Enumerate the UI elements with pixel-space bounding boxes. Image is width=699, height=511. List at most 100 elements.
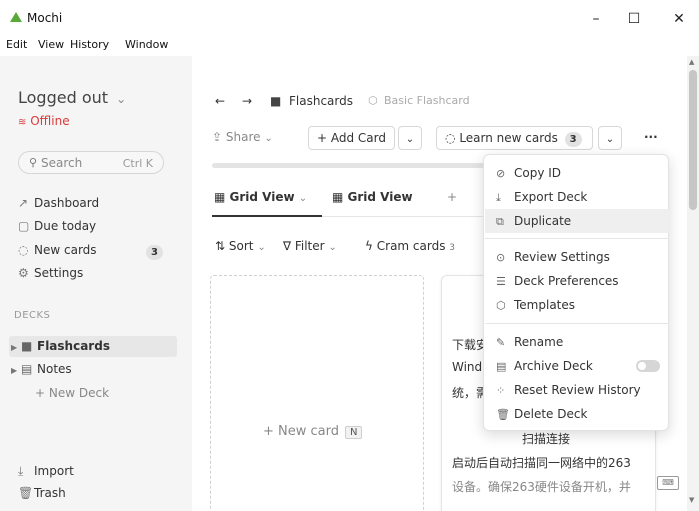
export-icon: ⤓ xyxy=(496,191,501,204)
new-card-button[interactable]: + New card N xyxy=(263,424,363,439)
menu-duplicate[interactable]: ⧉ Duplicate xyxy=(485,209,669,233)
share-button[interactable]: ⇪ Share ⌄ xyxy=(212,126,273,150)
menu-delete-deck[interactable]: 🗑 Delete Deck xyxy=(485,402,669,426)
mochi-logo-icon xyxy=(10,12,22,22)
main-scrollbar[interactable]: ▲ ▼ xyxy=(687,56,699,511)
template-icon: ⬡ xyxy=(368,94,378,107)
search-placeholder: Search xyxy=(41,156,83,170)
menu-edit[interactable]: Edit xyxy=(6,38,27,51)
nav-due-today[interactable]: ▢ Due today xyxy=(18,219,96,239)
menu-export-deck[interactable]: ⤓ Export Deck xyxy=(485,185,669,209)
menu-rename[interactable]: ✎ Rename xyxy=(485,330,669,354)
scroll-thumb[interactable] xyxy=(689,70,697,210)
search-input[interactable]: ⚲ Search Ctrl K xyxy=(18,151,164,174)
caret-right-icon[interactable]: ▶ xyxy=(9,337,21,358)
nav-dashboard[interactable]: ↗ Dashboard xyxy=(18,196,99,216)
more-options-button[interactable]: ··· xyxy=(636,126,666,150)
deck-flashcards[interactable]: ▶ ■ Flashcards xyxy=(9,336,177,357)
deck-label: Notes xyxy=(37,362,72,376)
tab-label: Grid View xyxy=(347,190,413,204)
menu-item-label: Delete Deck xyxy=(514,407,588,421)
learn-new-cards-button[interactable]: ◌ Learn new cards 3 xyxy=(436,126,593,150)
import-button[interactable]: ⤓ Import xyxy=(18,464,74,484)
tab-grid-view[interactable]: ▦ Grid View xyxy=(332,190,413,204)
notes-icon: ▤ xyxy=(21,362,33,376)
menu-view[interactable]: View xyxy=(38,38,64,51)
menu-deck-preferences[interactable]: ☰ Deck Preferences xyxy=(485,269,669,293)
menu-item-label: Reset Review History xyxy=(514,383,641,397)
menu-archive-deck[interactable]: ▤ Archive Deck xyxy=(485,354,669,378)
cram-label: Cram cards xyxy=(376,239,446,253)
menu-templates[interactable]: ⬡ Templates xyxy=(485,293,669,317)
breadcrumb-template[interactable]: Basic Flashcard xyxy=(384,94,470,107)
nav-settings[interactable]: ⚙ Settings xyxy=(18,266,83,286)
menu-item-label: Rename xyxy=(514,335,564,349)
new-cards-count-badge: 3 xyxy=(146,245,163,260)
menu-item-label: Templates xyxy=(514,298,576,312)
add-card-dropdown[interactable]: ⌄ xyxy=(398,126,422,150)
offline-label: Offline xyxy=(30,114,70,128)
menu-item-label: Duplicate xyxy=(514,214,572,228)
nav-label: Due today xyxy=(34,219,97,233)
pencil-icon: ✎ xyxy=(496,336,506,349)
add-view-button[interactable]: + xyxy=(447,190,457,204)
menu-item-label: Archive Deck xyxy=(514,359,593,373)
back-arrow-icon[interactable]: ← xyxy=(215,94,225,108)
archive-toggle[interactable] xyxy=(636,360,660,372)
scroll-up-icon[interactable]: ▲ xyxy=(689,58,694,66)
lock-icon: ▢ xyxy=(18,219,30,233)
menu-item-label: Deck Preferences xyxy=(514,274,619,288)
learn-dropdown[interactable]: ⌄ xyxy=(598,126,622,150)
new-card-column[interactable]: + New card N xyxy=(210,275,424,511)
menu-bar: Edit View History Window xyxy=(0,36,699,56)
import-icon: ⤓ xyxy=(18,464,24,478)
menu-history[interactable]: History xyxy=(70,38,109,51)
trash-icon: 🗑 xyxy=(18,486,34,500)
sort-icon: ⇅ xyxy=(215,239,226,253)
share-icon: ⇪ xyxy=(212,130,223,144)
trash-button[interactable]: 🗑Trash xyxy=(18,486,66,506)
menu-separator xyxy=(485,238,669,239)
tab-grid-view-active[interactable]: ▦ Grid View ⌄ xyxy=(214,190,307,204)
search-icon: ⚲ xyxy=(29,156,38,169)
learn-count-badge: 3 xyxy=(564,132,582,147)
archive-icon: ▤ xyxy=(496,360,507,373)
card-text-line: 扫描连接 xyxy=(522,432,571,446)
menu-reset-review-history[interactable]: ⁘ Reset Review History xyxy=(485,378,669,402)
card-text-line: Wind xyxy=(452,360,483,374)
account-dropdown[interactable]: Logged out ⌄ xyxy=(18,88,126,107)
menu-window[interactable]: Window xyxy=(125,38,168,51)
new-card-shortcut: N xyxy=(345,426,363,439)
grid-icon: ▦ xyxy=(214,190,226,204)
menu-review-settings[interactable]: ⊙ Review Settings xyxy=(485,245,669,269)
sort-button[interactable]: ⇅ Sort ⌄ xyxy=(215,239,266,253)
spinner-icon: ⁘ xyxy=(496,384,506,397)
add-card-button[interactable]: + Add Card xyxy=(308,126,395,150)
maximize-button[interactable]: ☐ xyxy=(622,8,646,30)
filter-button[interactable]: ∇ Filter ⌄ xyxy=(283,239,337,253)
deck-icon: ■ xyxy=(270,94,282,108)
breadcrumb-deck[interactable]: Flashcards xyxy=(289,94,353,108)
deck-notes[interactable]: ▶ ▤ Notes xyxy=(9,359,177,380)
cram-count: 3 xyxy=(449,243,456,253)
trash-icon: 🗑 xyxy=(496,408,510,421)
nav-label: Settings xyxy=(34,266,84,280)
menu-copy-id[interactable]: ⊘ Copy ID xyxy=(485,161,669,185)
close-button[interactable]: ✕ xyxy=(667,8,691,30)
dashed-circle-icon: ◌ xyxy=(445,131,456,145)
link-icon: ⊘ xyxy=(496,167,506,180)
scroll-down-icon[interactable]: ▼ xyxy=(689,496,694,504)
new-deck-button[interactable]: + New Deck xyxy=(35,386,109,400)
chevron-down-icon: ⌄ xyxy=(298,193,308,204)
card-text-line: 设备。确保263硬件设备开机，并 xyxy=(452,480,631,494)
gear-icon: ⚙ xyxy=(18,266,29,280)
account-label: Logged out xyxy=(18,88,109,107)
forward-arrow-icon[interactable]: → xyxy=(242,94,252,108)
nav-new-cards[interactable]: ◌ New cards xyxy=(18,243,97,263)
minimize-button[interactable]: – xyxy=(584,8,608,30)
trend-icon: ↗ xyxy=(18,196,29,210)
title-bar: Mochi – ☐ ✕ xyxy=(0,0,699,36)
caret-right-icon[interactable]: ▶ xyxy=(9,360,21,381)
keyboard-icon[interactable]: ⌨ xyxy=(657,476,679,490)
cram-cards-button[interactable]: ϟ Cram cards 3 xyxy=(365,239,455,253)
